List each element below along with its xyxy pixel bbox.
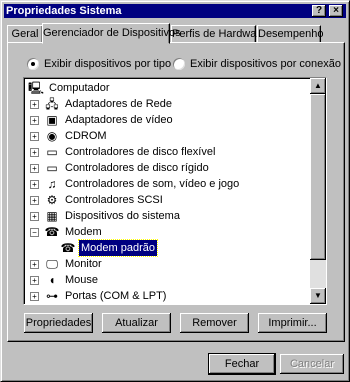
ports-icon: ⊶ <box>46 289 58 303</box>
tree-item[interactable]: + ▭ Controladores de disco rígido <box>30 160 211 176</box>
tree-item-label: Dispositivos do sistema <box>65 210 180 222</box>
expand-icon[interactable]: + <box>30 180 39 189</box>
window-title: Propriedades Sistema <box>6 5 122 17</box>
tree-item-label: Portas (COM & LPT) <box>65 290 167 302</box>
scroll-down-icon[interactable]: ▼ <box>310 288 326 304</box>
tree-item[interactable]: + ▦ Dispositivos do sistema <box>30 208 182 224</box>
refresh-button-label: Atualizar <box>115 317 158 329</box>
tree-item[interactable]: + ⚙ Controladores SCSI <box>30 192 165 208</box>
modem-icon: ☎ <box>44 225 60 239</box>
view-by-type-label: Exibir dispositivos por tipo <box>44 58 172 70</box>
expand-icon[interactable]: + <box>30 260 39 269</box>
scroll-thumb[interactable] <box>310 94 326 260</box>
tree-item[interactable]: − ☎ Modem <box>30 224 104 240</box>
close-button[interactable]: Fechar <box>208 353 276 375</box>
modem-icon: ☎ <box>60 241 76 255</box>
view-by-connection-radio[interactable]: Exibir dispositivos por conexão <box>173 58 341 70</box>
tree-item-label: Adaptadores de vídeo <box>65 114 173 126</box>
properties-button-label: Propriedades <box>25 317 92 329</box>
tree-item-label: Controladores de som, vídeo e jogo <box>65 178 240 190</box>
tree-item-label: Modem padrão <box>78 239 158 257</box>
cancel-button-label: Cancelar <box>289 358 335 370</box>
expand-icon[interactable]: + <box>30 116 39 125</box>
radio-selected-indicator <box>27 58 39 70</box>
title-bar[interactable]: Propriedades Sistema ? × <box>4 4 346 18</box>
tree-root-item[interactable]: 🖳 Computador <box>28 80 112 96</box>
properties-button[interactable]: Propriedades <box>24 313 93 333</box>
tree-item[interactable]: + ▣ Adaptadores de vídeo <box>30 112 175 128</box>
expand-icon[interactable]: + <box>30 196 39 205</box>
help-button[interactable]: ? <box>312 5 326 17</box>
scroll-up-icon[interactable]: ▲ <box>310 78 326 94</box>
tree-item[interactable]: + ◖ Mouse <box>30 272 100 288</box>
expand-icon[interactable]: + <box>30 132 39 141</box>
refresh-button[interactable]: Atualizar <box>102 313 171 333</box>
tree-root-label: Computador <box>49 82 110 94</box>
tree-item[interactable]: + ♫ Controladores de som, vídeo e jogo <box>30 176 241 192</box>
tree-item[interactable]: + ▭ Controladores de disco flexível <box>30 144 217 160</box>
close-window-button[interactable]: × <box>329 5 343 17</box>
tree-item[interactable]: + ⊶ Portas (COM & LPT) <box>30 288 168 304</box>
tab-hardware-profiles[interactable]: Perfis de Hardware <box>171 25 266 43</box>
tree-item[interactable]: + ◉ CDROM <box>30 128 109 144</box>
computer-icon: 🖳 <box>28 81 45 95</box>
expand-icon[interactable]: + <box>30 276 39 285</box>
tree-item-label: CDROM <box>65 130 107 142</box>
view-by-type-radio[interactable]: Exibir dispositivos por tipo <box>27 58 171 70</box>
print-button[interactable]: Imprimir... <box>258 313 327 333</box>
expand-icon[interactable]: + <box>30 212 39 221</box>
system-devices-icon: ▦ <box>46 209 58 223</box>
device-tree[interactable]: 🖳 Computador + 🖧 Adaptadores de Rede + ▣ Adap… <box>23 77 327 305</box>
scsi-controller-icon: ⚙ <box>46 193 58 207</box>
vertical-scrollbar[interactable]: ▲ ▼ <box>310 78 326 304</box>
radio-unselected-indicator <box>173 58 185 70</box>
floppy-controller-icon: ▭ <box>46 145 58 159</box>
tree-item-label: Teclado <box>63 304 105 305</box>
collapse-icon[interactable]: − <box>30 228 39 237</box>
tab-performance[interactable]: Desempenho <box>257 25 323 43</box>
view-by-connection-label: Exibir dispositivos por conexão <box>190 58 342 70</box>
tree-item-label: Modem <box>65 226 102 238</box>
tab-device-manager[interactable]: Gerenciador de Dispositivos <box>42 23 181 44</box>
tab-geral[interactable]: Geral <box>7 25 43 43</box>
remove-button-label: Remover <box>192 317 237 329</box>
network-adapter-icon: 🖧 <box>45 97 59 111</box>
print-button-label: Imprimir... <box>268 317 317 329</box>
tree-item[interactable]: + 🖧 Adaptadores de Rede <box>30 96 174 112</box>
expand-icon[interactable]: + <box>30 148 39 157</box>
tree-child-item[interactable]: ☎ Modem padrão <box>60 239 158 257</box>
close-button-label: Fechar <box>224 358 260 370</box>
mouse-icon: ◖ <box>48 273 56 287</box>
display-adapter-icon: ▣ <box>46 113 58 127</box>
cdrom-icon: ◉ <box>46 129 58 143</box>
monitor-icon: 🖵 <box>46 257 58 271</box>
tree-item-label: Adaptadores de Rede <box>65 98 173 110</box>
tree-item-label: Controladores SCSI <box>65 194 163 206</box>
system-properties-window: Propriedades Sistema ? × Geral Gerenciad… <box>0 0 350 382</box>
expand-icon[interactable]: + <box>30 164 39 173</box>
cancel-button[interactable]: Cancelar <box>280 354 344 374</box>
remove-button[interactable]: Remover <box>180 313 249 333</box>
sound-controller-icon: ♫ <box>47 177 57 191</box>
tree-item[interactable]: + 🖵 Monitor <box>30 256 104 272</box>
hdd-controller-icon: ▭ <box>46 161 58 175</box>
tree-item-label: Mouse <box>65 274 99 286</box>
expand-icon[interactable]: + <box>30 292 39 301</box>
tree-item-label: Controladores de disco rígido <box>65 162 209 174</box>
tree-item[interactable]: +⌨Teclado <box>44 304 105 305</box>
expand-icon[interactable]: + <box>30 100 39 109</box>
tree-item-label: Monitor <box>65 258 102 270</box>
tree-item-label: Controladores de disco flexível <box>65 146 216 158</box>
